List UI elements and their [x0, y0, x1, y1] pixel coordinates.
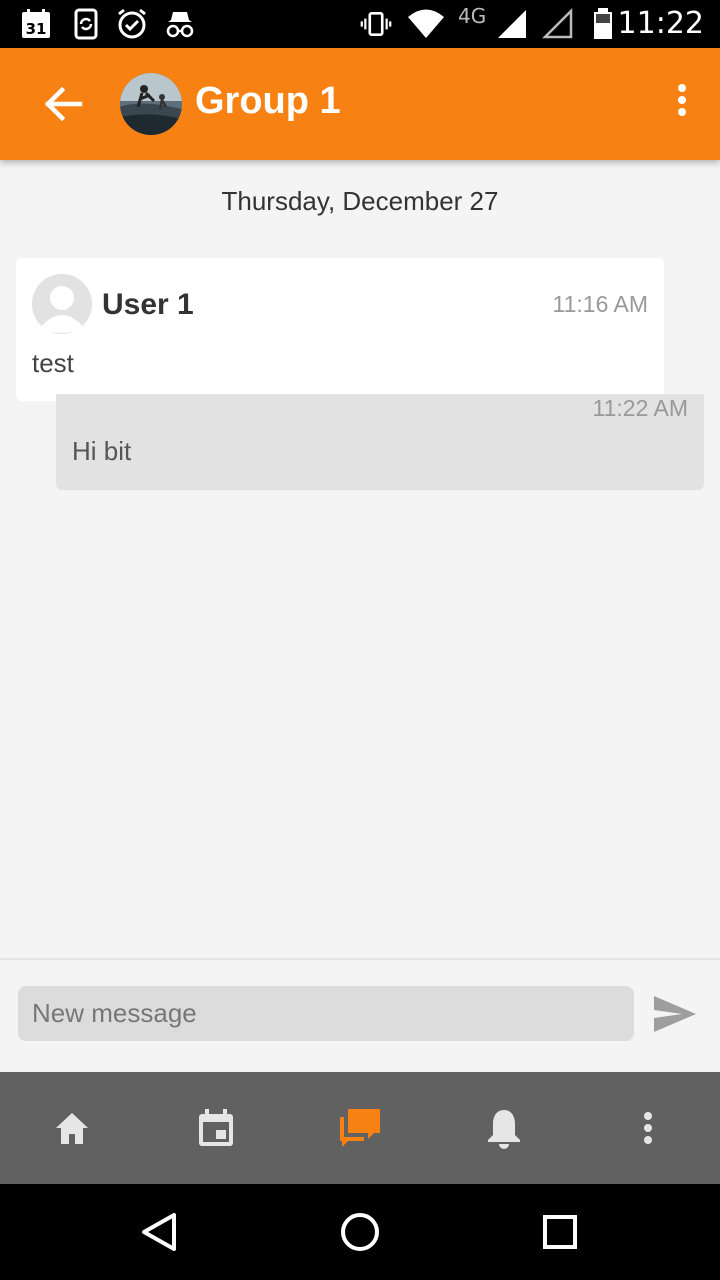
tab-calendar[interactable] — [144, 1072, 288, 1184]
message-time: 11:16 AM — [552, 291, 648, 317]
signal-icon — [498, 10, 526, 38]
recents-square-icon[interactable] — [534, 1206, 586, 1258]
group-title: Group 1 — [195, 80, 341, 122]
sync-icon — [74, 8, 98, 40]
more-vert-icon[interactable] — [668, 80, 696, 128]
wifi-icon — [408, 9, 444, 38]
status-bar: 31 4G 11:22 — [0, 0, 720, 48]
status-time: 11:22 — [617, 6, 704, 41]
date-separator: Thursday, December 27 — [221, 186, 499, 216]
message-text: Hi bit — [72, 436, 132, 466]
tab-more[interactable] — [576, 1072, 720, 1184]
back-triangle-icon[interactable] — [134, 1206, 186, 1258]
person-icon — [32, 274, 92, 334]
bell-icon — [488, 1110, 520, 1149]
arrow-back-icon[interactable] — [36, 78, 92, 130]
more-vert-icon — [644, 1112, 652, 1144]
tab-notifications[interactable] — [432, 1072, 576, 1184]
message-input[interactable] — [18, 986, 634, 1041]
chat-icon — [340, 1109, 380, 1147]
tab-chat[interactable] — [288, 1072, 432, 1184]
check-clock-icon — [118, 8, 146, 39]
signal-empty-icon — [542, 8, 573, 39]
send-icon[interactable] — [652, 994, 698, 1034]
calendar-date: 31 — [26, 20, 47, 38]
app-bar: Group 1 — [0, 48, 720, 160]
group-avatar[interactable] — [120, 73, 182, 135]
calendar-event-icon — [199, 1109, 233, 1146]
message-bubble-incoming[interactable]: User 1 11:16 AM test — [16, 258, 664, 401]
user-avatar[interactable] — [32, 274, 92, 334]
bottom-tab-bar — [0, 1072, 720, 1184]
message-composer — [0, 958, 720, 1072]
tab-home[interactable] — [0, 1072, 144, 1184]
sender-name: User 1 — [102, 288, 194, 321]
battery-icon — [594, 8, 612, 39]
message-time: 11:22 AM — [592, 395, 688, 421]
network-type: 4G — [458, 4, 487, 28]
incognito-icon — [166, 12, 194, 38]
vibrate-icon — [360, 11, 392, 36]
home-icon — [56, 1113, 88, 1144]
calendar-icon: 31 — [22, 9, 50, 38]
home-circle-icon[interactable] — [334, 1206, 386, 1258]
system-nav-bar — [0, 1184, 720, 1280]
message-text: test — [32, 348, 74, 378]
message-bubble-outgoing[interactable]: 11:22 AM Hi bit — [56, 394, 704, 490]
